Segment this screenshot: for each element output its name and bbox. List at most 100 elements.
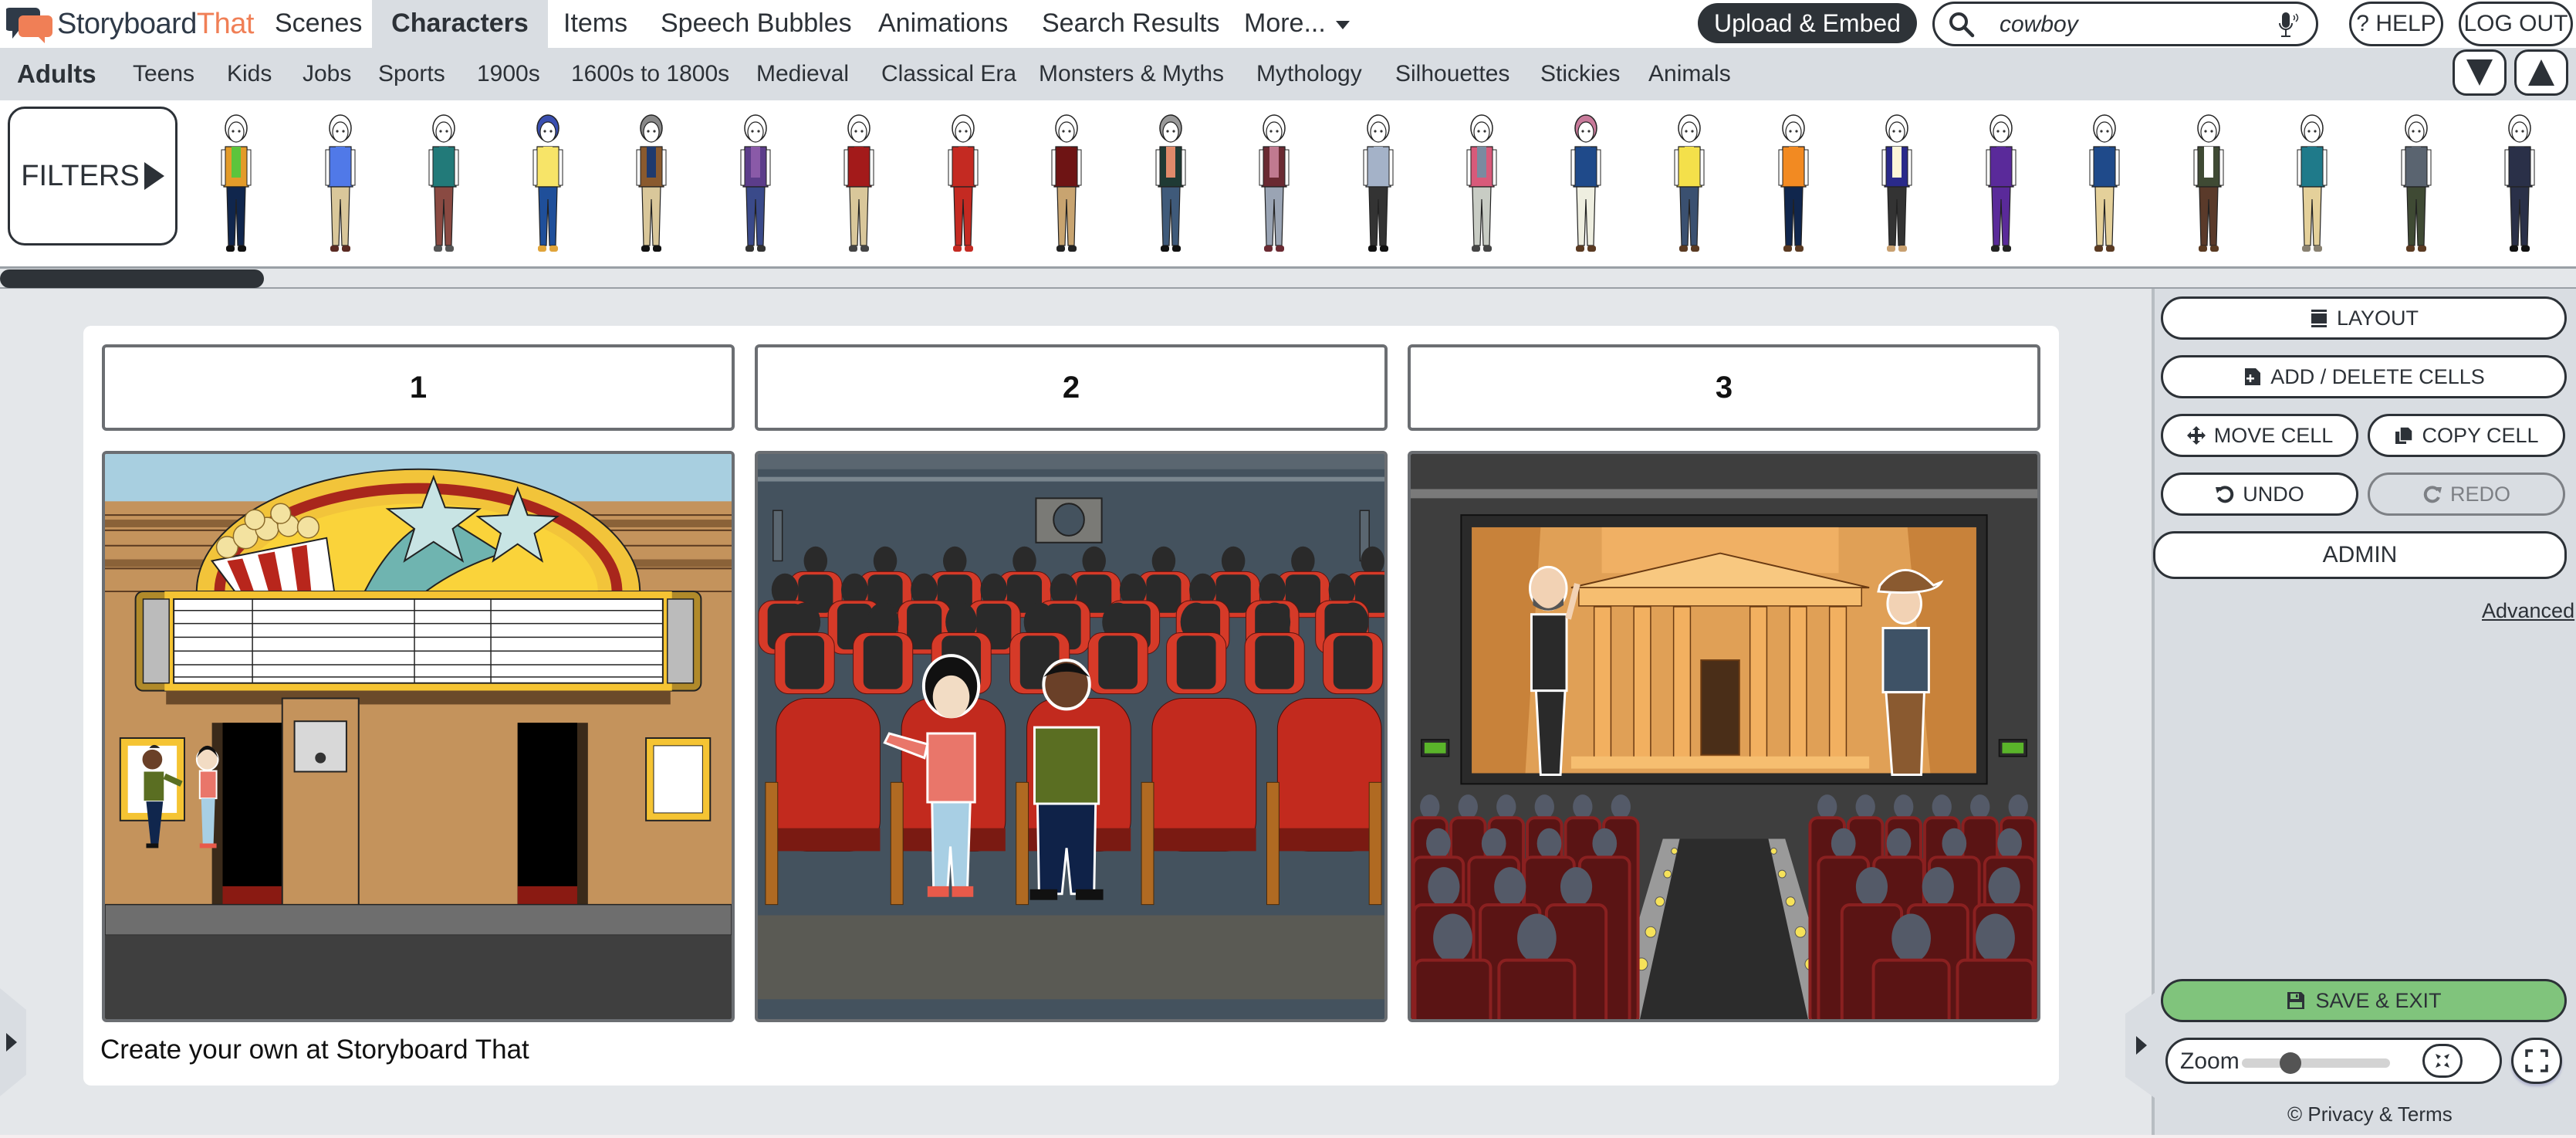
seat-armrest [1016,781,1029,906]
fullscreen-button[interactable] [2511,1038,2562,1084]
layout-icon [2311,310,2327,327]
character-thumbnail[interactable] [1770,111,1817,258]
character-thumbnail[interactable] [1251,111,1297,258]
character-thumbnail[interactable] [2393,111,2439,258]
character-thumbnail[interactable] [2186,111,2232,258]
character-library-strip: FILTERS [0,100,2576,269]
move-cell-button[interactable]: MOVE CELL [2161,414,2358,457]
character-thumbnail[interactable] [525,111,571,258]
cell-title-2[interactable]: 2 [755,344,1388,431]
audience-silhouette [1291,546,1315,576]
expand-library-button[interactable] [2514,49,2568,96]
audience-silhouette [1855,867,1888,907]
character-thumbnail[interactable] [836,111,882,258]
category-animals[interactable]: Animals [1648,48,1731,100]
character-thumbnail[interactable] [213,111,259,258]
audience-silhouette [1922,867,1954,907]
redo-label: REDO [2449,482,2510,506]
category-monsters-myths[interactable]: Monsters & Myths [1039,48,1224,100]
category-mythology[interactable]: Mythology [1256,48,1362,100]
tab-characters[interactable]: Characters [372,0,548,48]
tab-search-results[interactable]: Search Results [1031,0,1231,48]
cell-scene-2[interactable] [755,451,1388,1022]
category-1600s-to-1800s[interactable]: 1600s to 1800s [571,48,729,100]
category-adults[interactable]: Adults [17,48,96,100]
category-kids[interactable]: Kids [227,48,272,100]
search-box[interactable] [1932,2,2318,46]
audience-silhouette [1894,794,1914,819]
character-thumbnail[interactable] [1043,111,1090,258]
collapse-library-button[interactable] [2453,49,2507,96]
zoom-to-fit-button[interactable] [2422,1044,2463,1078]
character-thumbnail[interactable] [317,111,363,258]
character-thumbnail[interactable] [2497,111,2543,258]
character-thumbnail[interactable] [421,111,467,258]
audience-silhouette [1831,828,1856,859]
admin-button[interactable]: ADMIN [2153,531,2567,579]
zoom-slider-thumb[interactable] [2280,1052,2302,1074]
character-thumbnail[interactable] [940,111,986,258]
tab-more[interactable]: More... [1233,0,1361,48]
tab-items[interactable]: Items [553,0,638,48]
audience-silhouette [1560,867,1593,907]
character-thumbnail[interactable] [2081,111,2128,258]
theater-exterior-scene [105,454,732,1019]
save-exit-button[interactable]: SAVE & EXIT [2161,979,2567,1022]
create-your-own-note[interactable]: Create your own at Storyboard That [100,1035,529,1065]
audience-silhouette [1573,794,1593,819]
category-sports[interactable]: Sports [378,48,445,100]
upload-embed-button[interactable]: Upload & Embed [1698,3,1917,43]
search-input[interactable] [2000,10,2262,39]
copy-cell-button[interactable]: COPY CELL [2368,414,2565,457]
save-exit-label: SAVE & EXIT [2315,988,2442,1012]
cell-scene-1[interactable] [102,451,735,1022]
add-delete-cells-button[interactable]: ADD / DELETE CELLS [2161,355,2567,398]
tab-animations[interactable]: Animations [867,0,1019,48]
character-thumbnail[interactable] [1978,111,2024,258]
filters-button[interactable]: FILTERS [8,107,177,246]
advanced-link[interactable]: Advanced [2482,599,2574,623]
category-classical-era[interactable]: Classical Era [881,48,1016,100]
logout-button[interactable]: LOG OUT [2459,2,2573,46]
cell-title-3[interactable]: 3 [1408,344,2040,431]
character-thumbnail[interactable] [732,111,779,258]
tab-scenes[interactable]: Scenes [264,0,373,48]
character-thumbnail[interactable] [628,111,674,258]
undo-button[interactable]: UNDO [2161,472,2358,516]
seat-cushion [1277,828,1382,852]
left-panel-toggle[interactable] [0,988,26,1096]
tab-speech-bubbles[interactable]: Speech Bubbles [650,0,863,48]
category-medieval[interactable]: Medieval [756,48,849,100]
character-thumbnail[interactable] [1666,111,1712,258]
cell-scene-3[interactable] [1408,451,2040,1022]
library-scrollbar[interactable] [0,269,2576,289]
cell-title-1[interactable]: 1 [102,344,735,431]
zoom-control: Zoom [2165,1038,2502,1084]
storyboardthat-logo[interactable]: StoryboardThat [6,6,254,43]
zoom-slider[interactable] [2242,1052,2390,1074]
category-jobs[interactable]: Jobs [303,48,351,100]
character-thumbnail[interactable] [1459,111,1505,258]
help-button[interactable]: ? HELP [2349,2,2443,46]
category-stickies[interactable]: Stickies [1540,48,1620,100]
privacy-terms-link[interactable]: © Privacy & Terms [2287,1102,2453,1126]
character-thumbnail[interactable] [1148,111,1194,258]
library-scrollbar-thumb[interactable] [0,269,264,288]
category-silhouettes[interactable]: Silhouettes [1395,48,1509,100]
character-thumbnail[interactable] [1874,111,1920,258]
triangle-up-icon [2528,59,2554,86]
seat-armrest [765,781,779,906]
character-thumbnail[interactable] [1355,111,1401,258]
layout-button[interactable]: LAYOUT [2161,296,2567,340]
microphone-icon[interactable] [2277,11,2299,40]
redo-icon [2423,486,2442,503]
audience-silhouette-body [863,635,903,689]
category-teens[interactable]: Teens [133,48,194,100]
redo-button[interactable]: REDO [2368,472,2565,516]
character-thumbnail[interactable] [1563,111,1609,258]
right-panel-toggle[interactable] [2125,993,2155,1098]
audience-silhouette [1976,913,2015,963]
category-1900s[interactable]: 1900s [477,48,540,100]
audience-silhouette [1536,828,1562,859]
character-thumbnail[interactable] [2289,111,2335,258]
